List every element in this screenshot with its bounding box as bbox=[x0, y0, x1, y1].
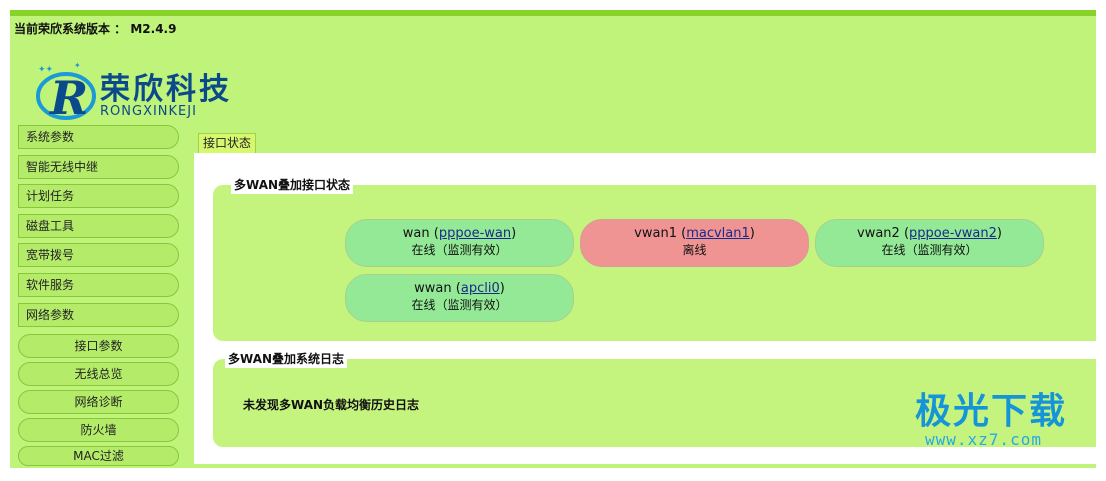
wan-log-title: 多WAN叠加系统日志 bbox=[225, 350, 348, 368]
sidebar-subitem-interface-params[interactable]: 接口参数 bbox=[18, 334, 179, 358]
vwan1-interface-status: 离线 bbox=[682, 243, 707, 257]
vwan1-interface-name: vwan1 (macvlan1) bbox=[634, 226, 755, 241]
vwan1-interface-card: vwan1 (macvlan1) 离线 bbox=[580, 219, 809, 267]
wwan-interface-link[interactable]: apcli0 bbox=[461, 281, 500, 296]
wwan-interface-name: wwan (apcli0) bbox=[414, 281, 505, 296]
sidebar-item-network-params[interactable]: 网络参数 bbox=[18, 303, 179, 327]
wan-log-message: 未发现多WAN负载均衡历史日志 bbox=[243, 398, 420, 412]
sidebar-item-software-services[interactable]: 软件服务 bbox=[18, 273, 179, 297]
wan-status-title: 多WAN叠加接口状态 bbox=[231, 176, 354, 194]
svg-text:✦✦: ✦✦ bbox=[38, 65, 54, 75]
sidebar-subitem-network-diagnostics[interactable]: 网络诊断 bbox=[18, 390, 179, 414]
sidebar-item-wireless-relay[interactable]: 智能无线中继 bbox=[18, 155, 179, 179]
logo: R ✦✦ ✦ 荣欣科技 RONGXINKEJI bbox=[34, 60, 244, 126]
sidebar-item-broadband-dial[interactable]: 宽带拨号 bbox=[18, 243, 179, 267]
tab-interface-status[interactable]: 接口状态 bbox=[198, 133, 257, 155]
logo-text-cn: 荣欣科技 bbox=[100, 72, 232, 107]
logo-text-en: RONGXINKEJI bbox=[100, 104, 197, 119]
svg-text:R: R bbox=[48, 71, 88, 124]
wan-interface-link[interactable]: pppoe-wan bbox=[439, 226, 511, 241]
svg-text:✦: ✦ bbox=[74, 61, 81, 70]
vwan2-interface-status: 在线（监测有效） bbox=[881, 243, 978, 257]
sidebar-subitem-wireless-overview[interactable]: 无线总览 bbox=[18, 362, 179, 386]
sidebar-item-system-params[interactable]: 系统参数 bbox=[18, 125, 179, 149]
sidebar-item-scheduled-tasks[interactable]: 计划任务 bbox=[18, 184, 179, 208]
vwan2-interface-card: vwan2 (pppoe-vwan2) 在线（监测有效） bbox=[815, 219, 1044, 267]
watermark-title: 极光下载 bbox=[915, 391, 1068, 432]
wan-interface-card: wan (pppoe-wan) 在线（监测有效） bbox=[345, 219, 574, 267]
watermark-url: www.xz7.com bbox=[925, 430, 1042, 449]
vwan2-interface-name: vwan2 (pppoe-vwan2) bbox=[857, 226, 1002, 241]
watermark: 极光下载 www.xz7.com bbox=[915, 393, 1067, 449]
vwan1-interface-link[interactable]: macvlan1 bbox=[686, 226, 750, 241]
sidebar-subitem-mac-filter[interactable]: MAC过滤 bbox=[18, 446, 179, 466]
wan-interface-name: wan (pppoe-wan) bbox=[402, 226, 517, 241]
sidebar-subitem-firewall[interactable]: 防火墙 bbox=[18, 418, 179, 442]
sidebar-item-disk-tools[interactable]: 磁盘工具 bbox=[18, 214, 179, 238]
wan-interface-status: 在线（监测有效） bbox=[411, 243, 508, 257]
version-text: 当前荣欣系统版本 ： M2.4.9 bbox=[14, 22, 177, 36]
vwan2-interface-link[interactable]: pppoe-vwan2 bbox=[909, 226, 997, 241]
wwan-interface-status: 在线（监测有效） bbox=[411, 298, 508, 312]
wwan-interface-card: wwan (apcli0) 在线（监测有效） bbox=[345, 274, 574, 322]
wan-status-section: 多WAN叠加接口状态 wan (pppoe-wan) 在线（监测有效） vwan… bbox=[213, 176, 1096, 341]
logo-r-icon: R ✦✦ ✦ bbox=[36, 61, 96, 124]
